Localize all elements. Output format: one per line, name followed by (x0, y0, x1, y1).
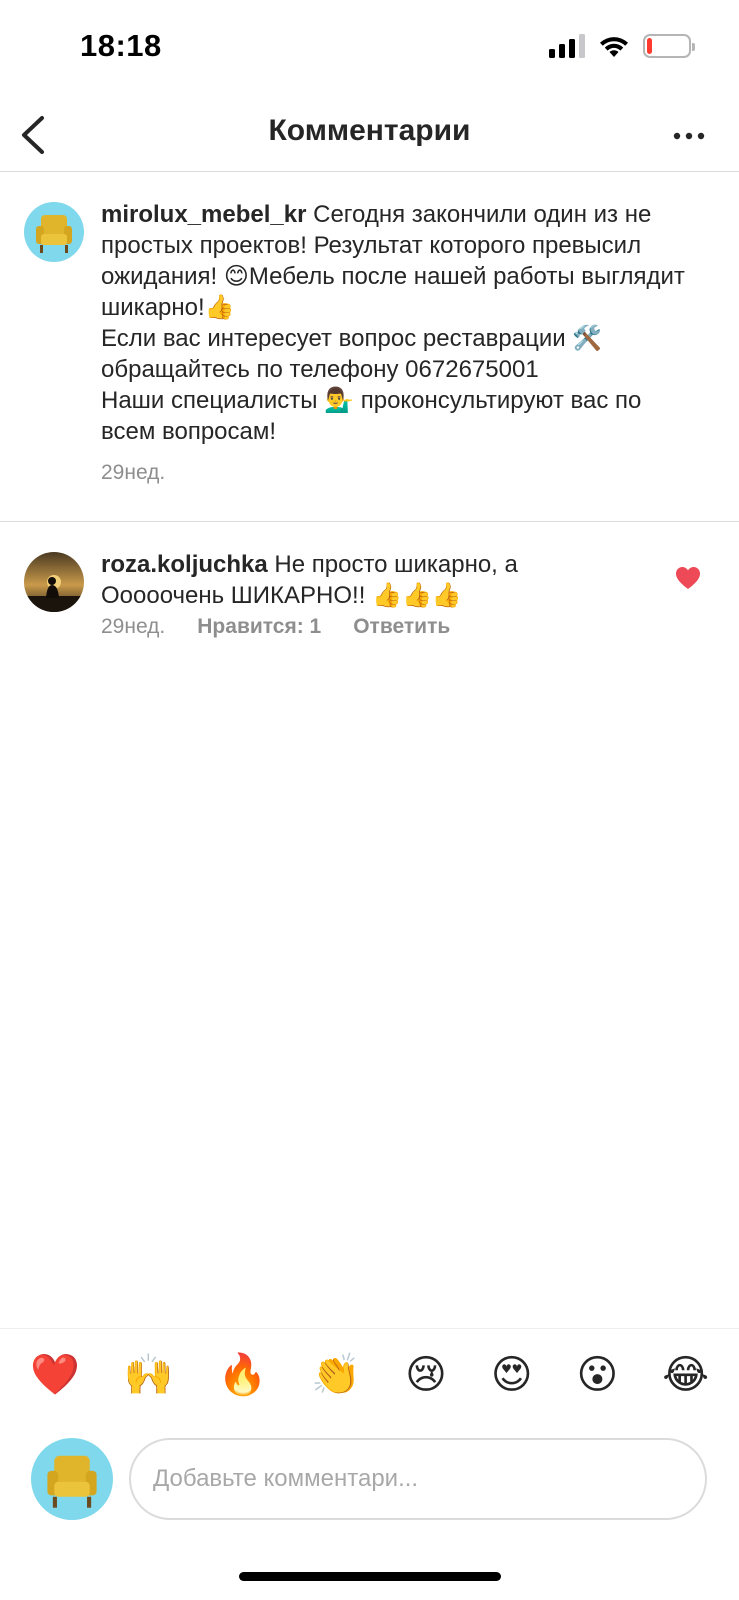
comment-composer (0, 1420, 739, 1530)
silhouette-sunset-avatar (24, 552, 84, 612)
more-options-button[interactable] (669, 118, 709, 154)
comment-timestamp: 29нед. (101, 461, 166, 484)
comment-meta: 29нед. (101, 461, 165, 485)
comment-content: roza.koljuchka Не просто шикарно, а Оооо… (101, 549, 641, 611)
clapping-hands-emoji[interactable]: 👏 (311, 1355, 361, 1395)
caption-comment: mirolux_mebel_kr Сегодня закончили один … (0, 172, 739, 522)
home-indicator[interactable] (239, 1572, 501, 1581)
heart-filled-icon (676, 567, 700, 589)
crying-face-emoji[interactable]: 😢 (405, 1355, 447, 1395)
like-button[interactable] (675, 566, 701, 590)
reply-button[interactable]: Ответить (353, 615, 450, 639)
raising-hands-emoji[interactable]: 🙌 (124, 1355, 174, 1395)
avatar[interactable] (24, 552, 84, 612)
surprised-face-emoji[interactable]: 😮 (577, 1355, 619, 1395)
page-title: Комментарии (268, 114, 471, 147)
header: Комментарии (0, 100, 739, 172)
heart-eyes-emoji[interactable]: 😍 (491, 1355, 533, 1395)
wifi-icon (600, 37, 628, 57)
comment-username[interactable]: roza.koljuchka (101, 551, 268, 578)
red-heart-emoji[interactable]: ❤️ (30, 1355, 80, 1395)
emoji-reaction-bar: ❤️ 🙌 🔥 👏 😢 😍 😮 😂 (0, 1328, 739, 1420)
comment-meta: 29нед. Нравится: 1 Ответить (101, 615, 450, 639)
cellular-signal-icon (549, 34, 585, 58)
battery-level (647, 38, 652, 54)
comment-input[interactable] (129, 1438, 707, 1520)
comment-username[interactable]: mirolux_mebel_kr (101, 201, 306, 228)
yellow-armchair-avatar (31, 1438, 113, 1520)
comment-timestamp: 29нед. (101, 615, 166, 638)
reply-comment: roza.koljuchka Не просто шикарно, а Оооо… (0, 522, 739, 662)
current-user-avatar (31, 1438, 113, 1520)
status-bar: 18:18 (0, 0, 739, 100)
battery-icon (643, 34, 695, 58)
avatar[interactable] (24, 202, 84, 262)
comment-text: Сегодня закончили один из не простых про… (101, 201, 685, 445)
status-time: 18:18 (80, 28, 162, 63)
likes-count-button[interactable]: Нравится: 1 (197, 615, 321, 639)
status-icons (549, 34, 695, 58)
more-horizontal-icon (673, 132, 705, 140)
comment-content: mirolux_mebel_kr Сегодня закончили один … (101, 199, 701, 447)
tears-of-joy-emoji[interactable]: 😂 (662, 1355, 709, 1395)
fire-emoji[interactable]: 🔥 (218, 1355, 268, 1395)
yellow-armchair-avatar (24, 202, 84, 262)
